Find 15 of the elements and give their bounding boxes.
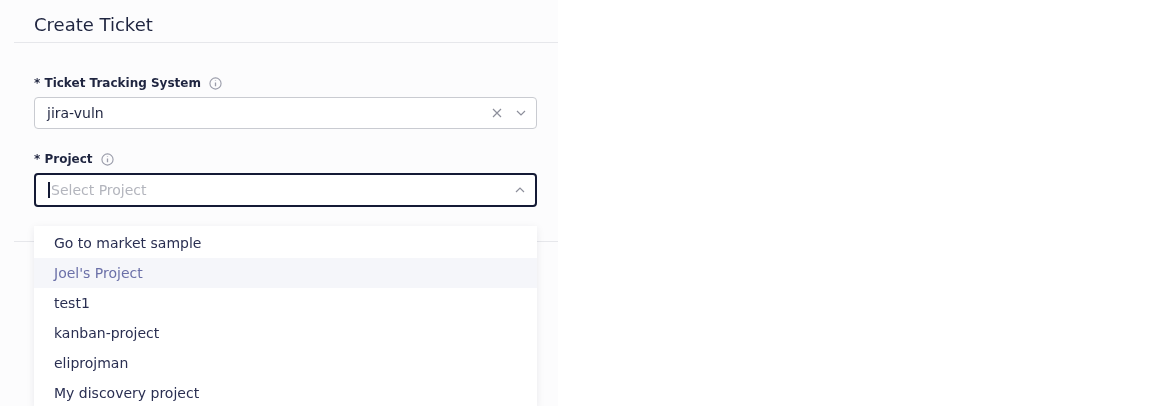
field-label: * Ticket Tracking System xyxy=(34,76,201,90)
chevron-down-icon[interactable] xyxy=(516,110,526,116)
dialog-title: Create Ticket xyxy=(33,13,154,37)
dropdown-option[interactable]: My discovery project xyxy=(34,378,537,406)
dropdown-option[interactable]: eliprojman xyxy=(34,348,537,378)
dropdown-option[interactable]: Joel's Project xyxy=(34,258,537,288)
dropdown-option[interactable]: Go to market sample xyxy=(34,228,537,258)
field-label: * Project xyxy=(34,152,93,166)
dropdown-option[interactable]: kanban-project xyxy=(34,318,537,348)
info-icon[interactable] xyxy=(100,152,114,166)
info-icon[interactable] xyxy=(208,76,222,90)
clear-icon[interactable] xyxy=(492,108,502,118)
select-field[interactable]: jira-vuln xyxy=(34,97,537,129)
chevron-up-icon[interactable] xyxy=(515,187,525,193)
dropdown-option[interactable]: test1 xyxy=(34,288,537,318)
